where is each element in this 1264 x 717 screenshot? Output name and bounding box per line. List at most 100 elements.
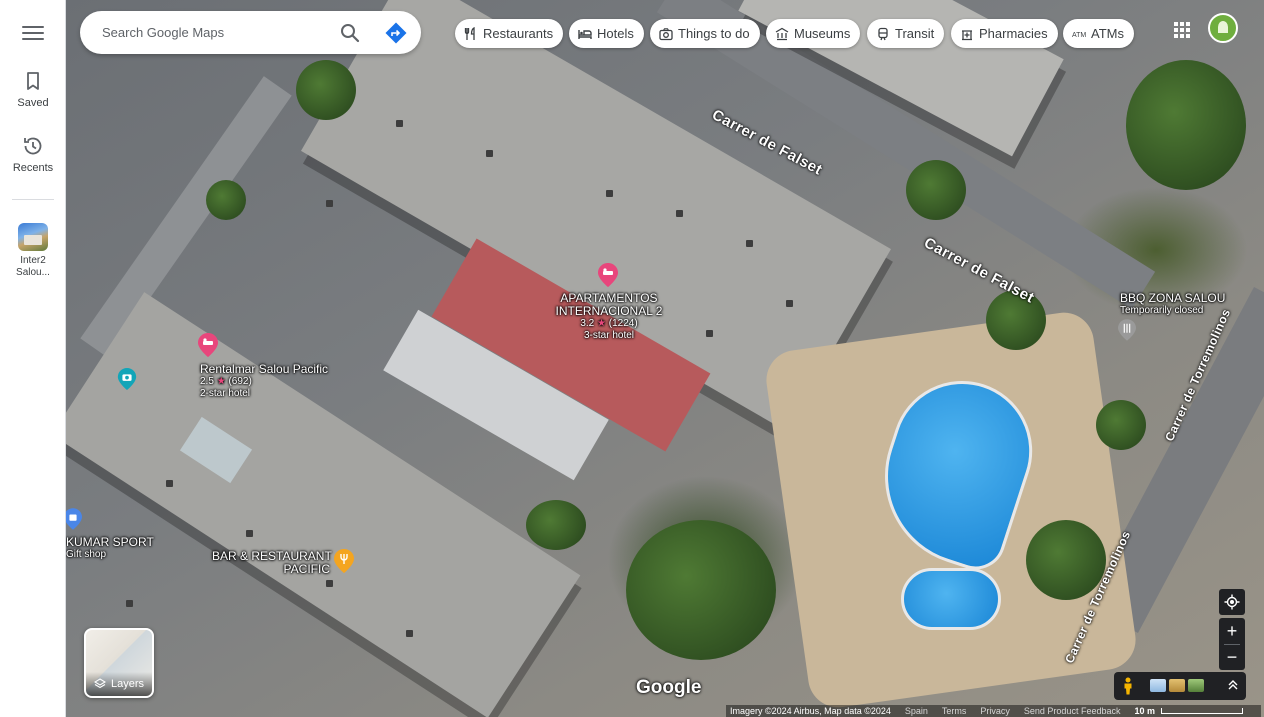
roof-vent xyxy=(246,530,253,537)
place-label-rentalmar[interactable]: Rentalmar Salou Pacific 2.5 ★ (692) 2-st… xyxy=(200,363,328,400)
place-label-bar[interactable]: BAR & RESTAURANT PACIFIC xyxy=(212,550,332,576)
recent-thumbnail xyxy=(18,223,48,251)
attribution-bar: Imagery ©2024 Airbus, Map data ©2024 Spa… xyxy=(726,705,1261,717)
chip-label: Transit xyxy=(895,26,935,41)
fork-knife-icon xyxy=(464,26,475,40)
roof-vent xyxy=(606,190,613,197)
directions-icon[interactable] xyxy=(384,21,408,45)
chip-label: Pharmacies xyxy=(979,26,1048,41)
museum-icon xyxy=(775,27,789,40)
zoom-out-button[interactable]: − xyxy=(1219,644,1245,670)
roof-vent xyxy=(126,600,133,607)
imagery-thumb[interactable] xyxy=(1188,679,1204,692)
roof-vent xyxy=(396,120,403,127)
bookmark-icon xyxy=(27,72,39,90)
terms-link[interactable]: Terms xyxy=(942,706,967,716)
tree xyxy=(1096,400,1146,450)
svg-text:ATM: ATM xyxy=(1072,32,1086,39)
my-location-button[interactable] xyxy=(1219,589,1245,615)
recent-item-line2: Salou... xyxy=(16,267,50,278)
chip-pharmacies[interactable]: Pharmacies xyxy=(951,19,1058,48)
place-label-kumar[interactable]: KUMAR SPORT Gift shop xyxy=(66,536,154,561)
privacy-link[interactable]: Privacy xyxy=(980,706,1010,716)
bed-icon xyxy=(578,29,592,39)
place-label-bbq[interactable]: BBQ ZONA SALOU Temporarily closed xyxy=(1120,292,1225,317)
tree xyxy=(626,520,776,660)
hotel-pin[interactable] xyxy=(598,263,618,287)
chip-atms[interactable]: ATM ATMs xyxy=(1063,19,1134,48)
layers-label-bar: Layers xyxy=(86,672,152,696)
star-icon: ★ xyxy=(216,376,226,387)
imagery-thumbnails xyxy=(1150,679,1204,692)
chip-label: Hotels xyxy=(597,26,634,41)
place-label-apartamentos[interactable]: APARTAMENTOS INTERNACIONAL 2 3.2 ★ (1224… xyxy=(496,292,722,342)
zoom-in-button[interactable]: + xyxy=(1219,618,1245,644)
saved-label: Saved xyxy=(17,97,49,109)
tree xyxy=(526,500,586,550)
attraction-pin[interactable] xyxy=(117,368,137,390)
place-name: INTERNACIONAL 2 xyxy=(555,304,663,318)
roof-vent xyxy=(326,200,333,207)
pool-small xyxy=(901,568,1001,630)
restaurant-pin[interactable] xyxy=(334,549,354,573)
place-name: BBQ ZONA SALOU xyxy=(1120,291,1226,305)
zoom-control: + − xyxy=(1219,618,1245,670)
roof-vent xyxy=(676,210,683,217)
chip-hotels[interactable]: Hotels xyxy=(569,19,644,48)
satellite-map[interactable]: Carrer de Falset Carrer de Falset Carrer… xyxy=(66,0,1264,717)
scale-bar[interactable]: 10 m xyxy=(1134,706,1243,716)
star-icon: ★ xyxy=(597,318,606,329)
tree xyxy=(206,180,246,220)
roof-vent xyxy=(406,630,413,637)
recents-button[interactable]: Recents xyxy=(0,134,66,174)
tree xyxy=(1126,60,1246,190)
chip-label: Things to do xyxy=(678,26,750,41)
street-label-falset: Carrer de Falset xyxy=(921,234,1038,307)
place-name: Rentalmar Salou Pacific xyxy=(200,362,329,376)
saved-button[interactable]: Saved xyxy=(0,69,66,109)
place-name: KUMAR SPORT xyxy=(66,535,154,549)
imagery-thumb[interactable] xyxy=(1150,679,1166,692)
search-input[interactable] xyxy=(102,11,332,54)
apps-grid-icon[interactable] xyxy=(1174,22,1190,38)
imagery-controls xyxy=(1114,672,1246,700)
scale-line xyxy=(1160,708,1243,714)
place-category: Gift shop xyxy=(66,549,107,560)
history-icon xyxy=(24,137,42,155)
search-icon[interactable] xyxy=(338,21,362,45)
chip-label: Restaurants xyxy=(483,26,554,41)
shop-pin[interactable] xyxy=(66,508,82,530)
my-location-icon xyxy=(1224,594,1240,610)
imagery-thumb[interactable] xyxy=(1169,679,1185,692)
place-rating: 3.2 ★ (1224) xyxy=(580,318,638,329)
roof-vent xyxy=(166,480,173,487)
place-rating: 2.5 ★ (692) xyxy=(200,376,252,387)
tree xyxy=(296,60,356,120)
feedback-link[interactable]: Send Product Feedback xyxy=(1024,706,1121,716)
google-logo: Google xyxy=(636,677,702,698)
recents-label: Recents xyxy=(12,162,54,174)
chip-museums[interactable]: Museums xyxy=(766,19,861,48)
account-avatar[interactable] xyxy=(1208,13,1238,43)
search-box xyxy=(80,11,421,54)
camera-icon xyxy=(659,27,673,40)
hotel-pin[interactable] xyxy=(198,333,218,357)
chip-things-to-do[interactable]: Things to do xyxy=(650,19,760,48)
place-category: 3-star hotel xyxy=(583,330,635,341)
chip-restaurants[interactable]: Restaurants xyxy=(455,19,564,48)
side-rail: Saved Recents Inter2 Salou... xyxy=(0,0,66,717)
recent-item-inter2[interactable]: Inter2 Salou... xyxy=(0,223,66,279)
chip-transit[interactable]: Transit xyxy=(867,19,945,48)
recent-item-line1: Inter2 xyxy=(20,255,46,266)
pharmacy-icon xyxy=(962,29,972,40)
train-icon xyxy=(878,27,888,40)
menu-icon[interactable] xyxy=(21,24,45,42)
roof-vent xyxy=(486,150,493,157)
layers-button[interactable]: Layers xyxy=(84,628,154,698)
pegman-icon[interactable] xyxy=(1122,677,1134,695)
chevron-up-icon[interactable] xyxy=(1226,678,1240,692)
restaurant-pin-closed[interactable] xyxy=(1118,318,1136,342)
region-link[interactable]: Spain xyxy=(905,706,928,716)
road-left xyxy=(80,76,292,358)
layers-label: Layers xyxy=(111,678,145,690)
